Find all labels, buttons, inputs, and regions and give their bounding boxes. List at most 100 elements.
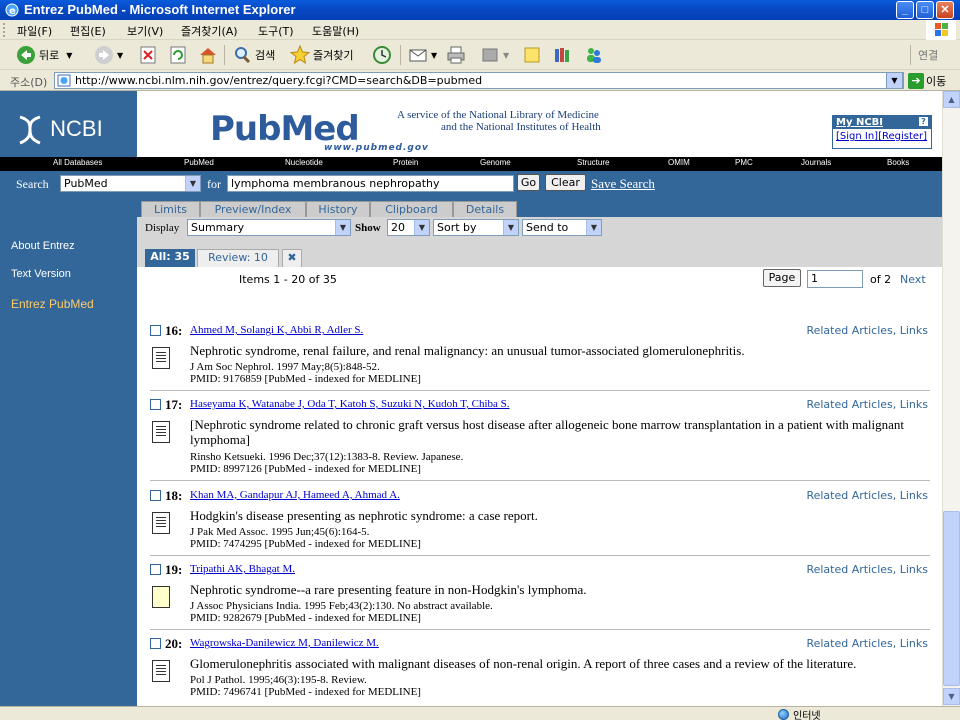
back-button[interactable]: 뒤로 ▼ (16, 44, 72, 66)
tab-history[interactable]: History (306, 201, 370, 218)
result-authors-link[interactable]: Ahmed M, Solangi K, Abbi R, Adler S. (190, 324, 363, 336)
sign-in-link[interactable]: [Sign In] (836, 131, 878, 142)
result-checkbox[interactable] (150, 490, 161, 501)
toolbar-grip[interactable] (3, 23, 6, 37)
result-checkbox[interactable] (150, 325, 161, 336)
abstract-document-icon[interactable] (152, 421, 170, 443)
tab-review-results[interactable]: Review: 10 (197, 249, 279, 267)
search-button[interactable]: 검색 (232, 44, 275, 66)
register-link[interactable]: [Register] (878, 131, 927, 142)
go-button[interactable]: ➔ 이동 (908, 72, 946, 89)
related-articles-links[interactable]: Related Articles, Links (806, 398, 928, 411)
tab-limits[interactable]: Limits (141, 201, 200, 218)
abstract-document-icon[interactable] (152, 347, 170, 369)
related-articles-links[interactable]: Related Articles, Links (806, 324, 928, 337)
window-title-bar[interactable]: e Entrez PubMed - Microsoft Internet Exp… (0, 0, 960, 20)
related-articles-links[interactable]: Related Articles, Links (806, 563, 928, 576)
chevron-down-icon[interactable]: ▼ (503, 51, 509, 60)
next-page-link[interactable]: Next (900, 273, 926, 286)
nav-protein[interactable]: Protein (393, 158, 418, 167)
sidebar-item-text-version[interactable]: Text Version (11, 268, 71, 280)
sidebar-item-about-entrez[interactable]: About Entrez (11, 240, 75, 252)
menu-edit[interactable]: 편집(E) (70, 23, 106, 39)
nav-books[interactable]: Books (887, 158, 909, 167)
links-label[interactable]: 연결 (918, 44, 938, 66)
nav-nucleotide[interactable]: Nucleotide (285, 158, 323, 167)
print-button[interactable] (446, 44, 466, 66)
customize-tabs-icon[interactable]: ✖ (282, 249, 302, 267)
result-authors-link[interactable]: Khan MA, Gandapur AJ, Hameed A, Ahmad A. (190, 489, 400, 501)
chevron-down-icon[interactable]: ▼ (431, 51, 437, 60)
forward-button[interactable]: ▼ (94, 44, 123, 66)
nav-genome[interactable]: Genome (480, 158, 511, 167)
sidebar-item-entrez-pubmed[interactable]: Entrez PubMed (11, 297, 94, 311)
my-ncbi-link[interactable]: My NCBI ? (833, 116, 931, 129)
result-authors-link[interactable]: Wagrowska-Danilewicz M, Danilewicz M. (190, 637, 379, 649)
stop-button[interactable] (138, 44, 158, 66)
messenger-button[interactable] (584, 44, 604, 66)
result-citation: J Assoc Physicians India. 1995 Feb;43(2)… (190, 600, 493, 612)
address-input[interactable]: http://www.ncbi.nlm.nih.gov/entrez/query… (54, 72, 904, 89)
tab-preview-index[interactable]: Preview/Index (200, 201, 306, 218)
search-input[interactable]: lymphoma membranous nephropathy (227, 175, 514, 192)
go-search-button[interactable]: Go (517, 174, 540, 191)
discuss-button[interactable] (522, 44, 542, 66)
abstract-document-icon[interactable] (152, 660, 170, 682)
display-value: Summary (191, 221, 245, 234)
help-icon[interactable]: ? (919, 117, 928, 126)
menu-favorites[interactable]: 즐겨찾기(A) (181, 23, 238, 39)
refresh-button[interactable] (168, 44, 188, 66)
nav-pmc[interactable]: PMC (735, 158, 753, 167)
favorites-button[interactable]: 즐겨찾기 (289, 44, 353, 66)
address-dropdown-button[interactable]: ▼ (886, 72, 903, 89)
save-search-link[interactable]: Save Search (591, 176, 655, 192)
scroll-down-button[interactable]: ▼ (943, 688, 960, 705)
chevron-down-icon[interactable]: ▼ (66, 51, 72, 60)
edit-button[interactable]: ▼ (480, 44, 509, 66)
tab-clipboard[interactable]: Clipboard (370, 201, 453, 218)
nav-all-databases[interactable]: All Databases (53, 158, 102, 167)
result-checkbox[interactable] (150, 638, 161, 649)
chevron-down-icon[interactable]: ▼ (117, 51, 123, 60)
nav-pubmed[interactable]: PubMed (184, 158, 214, 167)
menu-tools[interactable]: 도구(T) (258, 23, 294, 39)
close-button[interactable]: ✕ (936, 1, 954, 19)
database-select[interactable]: PubMed ▼ (60, 175, 201, 192)
sort-by-select[interactable]: Sort by ▼ (433, 219, 519, 236)
mail-icon (408, 45, 428, 65)
related-articles-links[interactable]: Related Articles, Links (806, 637, 928, 650)
ncbi-logo[interactable]: NCBI (16, 113, 103, 147)
menu-view[interactable]: 보기(V) (127, 23, 163, 39)
history-button[interactable] (372, 44, 392, 66)
page-number-input[interactable]: 1 (807, 270, 863, 288)
nav-journals[interactable]: Journals (801, 158, 831, 167)
vertical-scrollbar[interactable]: ▲ ▼ (942, 91, 960, 706)
related-articles-links[interactable]: Related Articles, Links (806, 489, 928, 502)
mail-button[interactable]: ▼ (408, 44, 437, 66)
minimize-button[interactable]: _ (896, 1, 914, 19)
show-count-select[interactable]: 20 ▼ (387, 219, 430, 236)
nav-structure[interactable]: Structure (577, 158, 609, 167)
display-format-select[interactable]: Summary ▼ (187, 219, 351, 236)
send-to-select[interactable]: Send to ▼ (522, 219, 602, 236)
abstract-document-icon[interactable] (152, 512, 170, 534)
tab-details[interactable]: Details (453, 201, 517, 218)
page-button[interactable]: Page (763, 269, 801, 287)
menu-file[interactable]: 파일(F) (17, 23, 52, 39)
result-authors-link[interactable]: Tripathi AK, Bhagat M. (190, 563, 295, 575)
home-button[interactable] (198, 44, 218, 66)
menu-help[interactable]: 도움말(H) (312, 23, 359, 39)
tab-all-results[interactable]: All: 35 (145, 249, 195, 267)
nav-omim[interactable]: OMIM (668, 158, 690, 167)
clear-button[interactable]: Clear (545, 174, 586, 191)
no-abstract-document-icon[interactable] (152, 586, 170, 608)
result-checkbox[interactable] (150, 399, 161, 410)
research-button[interactable] (552, 44, 572, 66)
page-content: NCBI About Entrez Text Version Entrez Pu… (0, 91, 942, 706)
maximize-button[interactable]: □ (916, 1, 934, 19)
result-checkbox[interactable] (150, 564, 161, 575)
result-authors-link[interactable]: Haseyama K, Watanabe J, Oda T, Katoh S, … (190, 398, 510, 410)
scrollbar-thumb[interactable] (943, 511, 960, 686)
total-pages: of 2 (870, 273, 892, 286)
scroll-up-button[interactable]: ▲ (943, 91, 960, 108)
